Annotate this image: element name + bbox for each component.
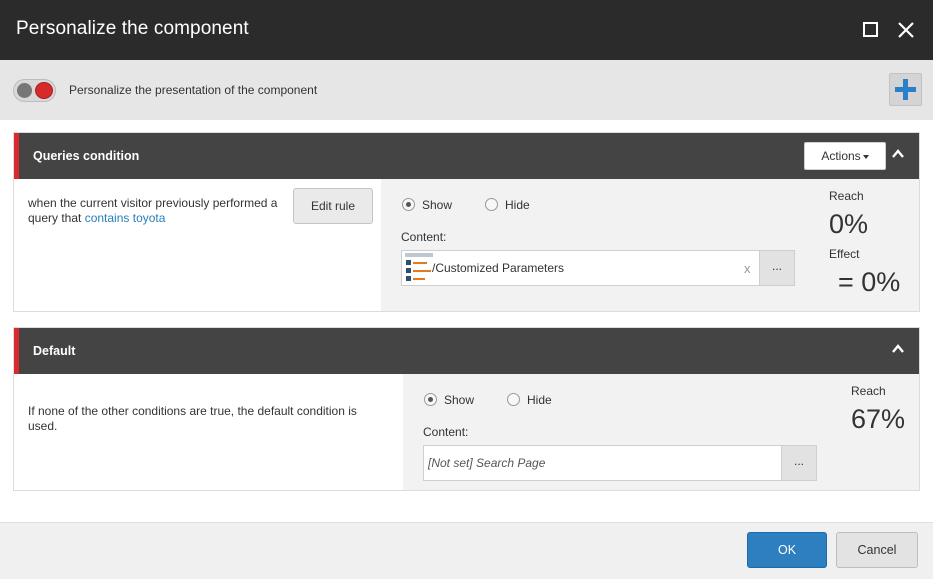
condition-content-area: Show Hide Content: /Customized Parameter… bbox=[381, 179, 919, 311]
hide-label: Hide bbox=[505, 198, 530, 212]
clear-icon[interactable]: x bbox=[744, 261, 751, 276]
close-button[interactable] bbox=[895, 19, 917, 41]
hide-label: Hide bbox=[527, 393, 552, 407]
rule-description: If none of the other conditions are true… bbox=[28, 404, 357, 433]
plus-icon bbox=[895, 79, 916, 100]
actions-dropdown-button[interactable]: Actions bbox=[804, 142, 886, 170]
maximize-button[interactable] bbox=[860, 19, 882, 41]
personalize-toolbar: Personalize the presentation of the comp… bbox=[0, 60, 933, 120]
reach-value: 67% bbox=[851, 404, 906, 434]
toggle-on-knob bbox=[35, 82, 53, 99]
dialog-footer: OK Cancel bbox=[0, 522, 933, 579]
condition-content-area: Show Hide Content: [Not set] Search Page… bbox=[403, 374, 919, 490]
dialog-titlebar: Personalize the component bbox=[0, 0, 933, 60]
reach-value: 0% bbox=[829, 209, 869, 239]
show-label: Show bbox=[444, 393, 475, 407]
radio-unselected-icon bbox=[485, 198, 498, 211]
personalize-toggle[interactable] bbox=[13, 79, 56, 102]
content-label: Content: bbox=[401, 230, 447, 244]
radio-unselected-icon bbox=[507, 393, 520, 406]
rule-link[interactable]: contains toyota bbox=[85, 211, 166, 225]
radio-selected-icon bbox=[424, 393, 437, 406]
effect-value: = 0% bbox=[838, 267, 901, 297]
content-picker[interactable]: [Not set] Search Page ... bbox=[423, 445, 817, 481]
browse-button[interactable]: ... bbox=[781, 446, 816, 480]
chevron-up-icon[interactable] bbox=[891, 147, 905, 161]
add-condition-button[interactable] bbox=[889, 73, 922, 106]
close-icon bbox=[898, 22, 914, 38]
content-picker[interactable]: /Customized Parameters x ... bbox=[401, 250, 795, 286]
condition-title: Default bbox=[33, 344, 76, 358]
personalize-toggle-label: Personalize the presentation of the comp… bbox=[69, 83, 318, 97]
toggle-off-knob bbox=[17, 83, 32, 98]
condition-title: Queries condition bbox=[33, 149, 140, 163]
condition-header: Default bbox=[14, 328, 919, 374]
actions-label: Actions bbox=[821, 149, 861, 163]
condition-header: Queries condition Actions bbox=[14, 133, 919, 179]
content-value: /Customized Parameters bbox=[432, 261, 565, 275]
browse-button[interactable]: ... bbox=[759, 251, 794, 285]
maximize-icon bbox=[863, 22, 878, 37]
default-condition-panel: Default If none of the other conditions … bbox=[13, 327, 920, 491]
content-label: Content: bbox=[423, 425, 469, 439]
reach-label: Reach bbox=[829, 189, 864, 203]
content-value: [Not set] Search Page bbox=[428, 456, 546, 470]
reach-label: Reach bbox=[851, 384, 886, 398]
ok-button[interactable]: OK bbox=[747, 532, 827, 568]
queries-condition-panel: Queries condition Actions when the curre… bbox=[13, 132, 920, 312]
show-label: Show bbox=[422, 198, 453, 212]
chevron-up-icon[interactable] bbox=[891, 342, 905, 356]
dialog-title: Personalize the component bbox=[16, 18, 249, 39]
caret-down-icon bbox=[862, 154, 869, 159]
effect-label: Effect bbox=[829, 247, 860, 261]
cancel-button[interactable]: Cancel bbox=[836, 532, 918, 568]
rule-description: when the current visitor previously perf… bbox=[28, 196, 290, 226]
edit-rule-button[interactable]: Edit rule bbox=[293, 188, 373, 224]
radio-selected-icon bbox=[402, 198, 415, 211]
